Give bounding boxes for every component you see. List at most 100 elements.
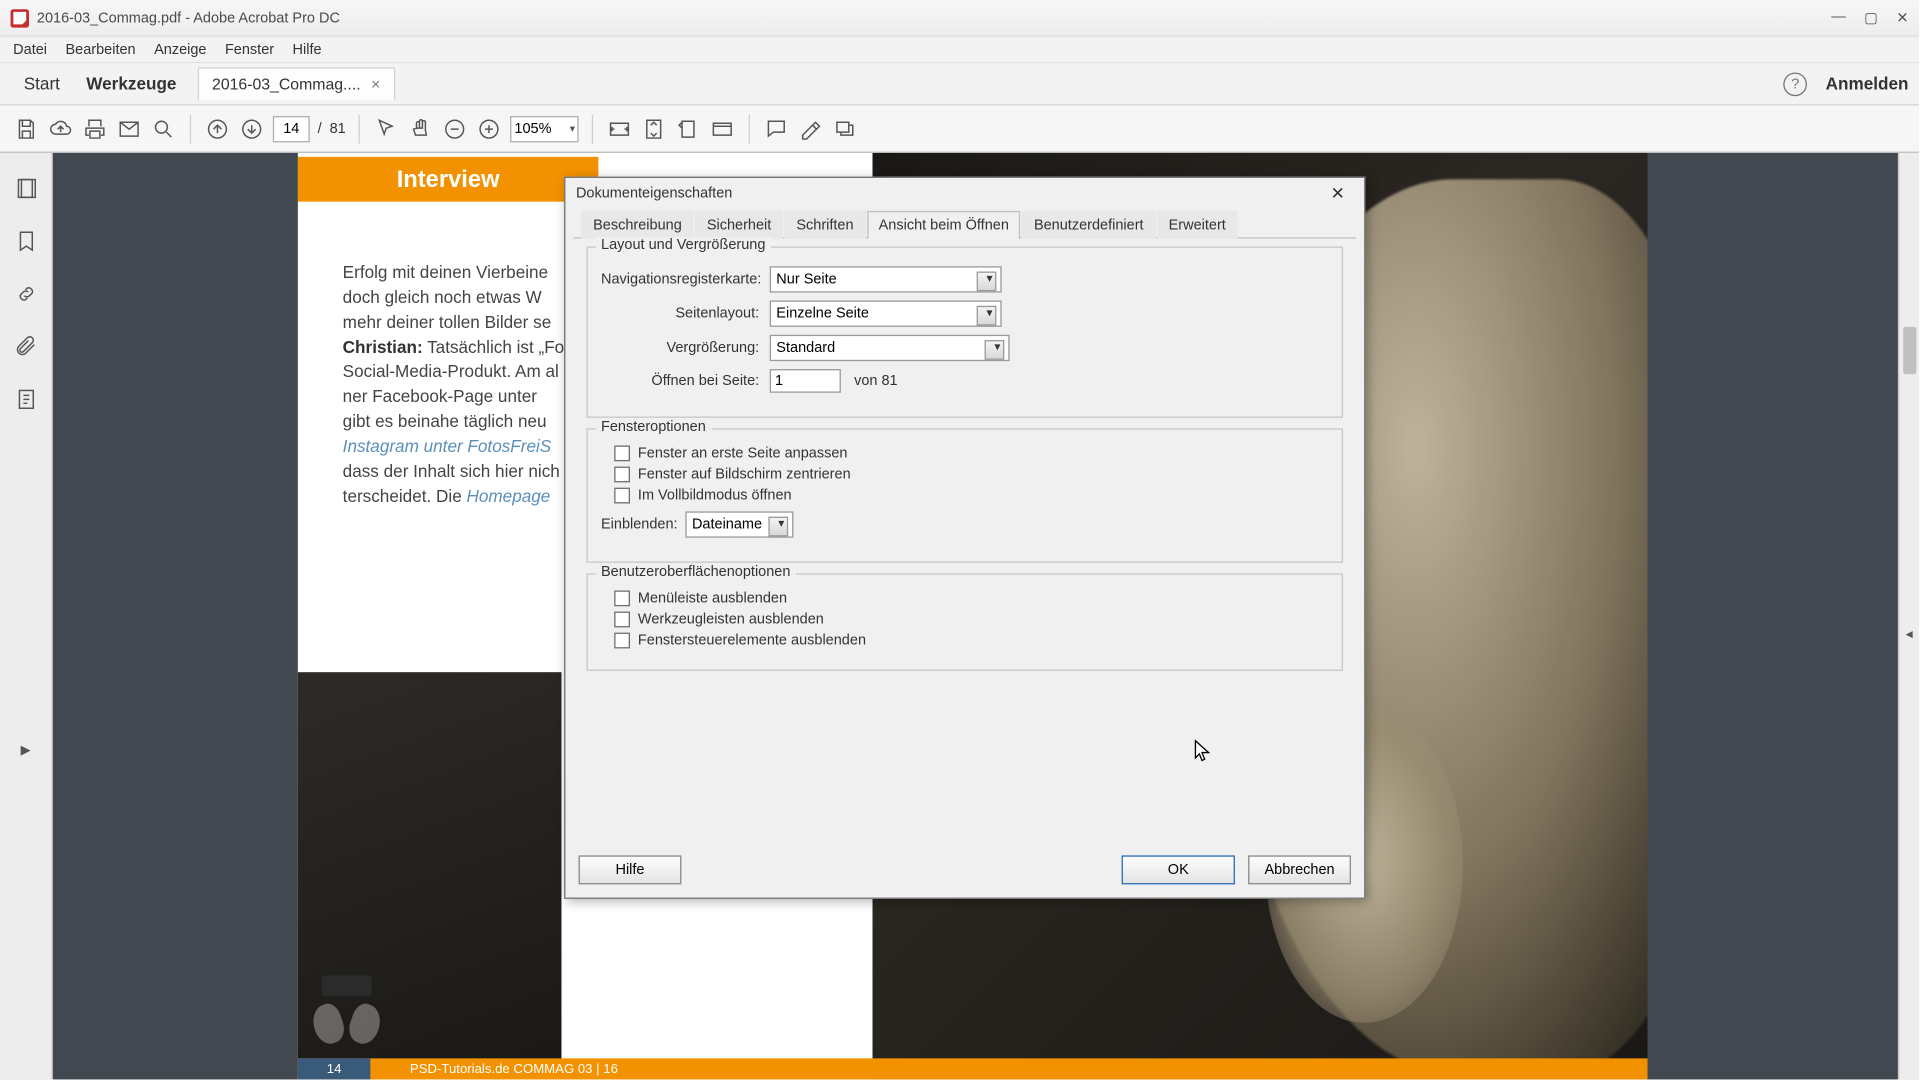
tab-fonts[interactable]: Schriften — [784, 211, 865, 239]
dialog-buttons: Hilfe OK Abbrechen — [579, 855, 1351, 884]
hide-menubar-checkbox[interactable]: Menüleiste ausblenden — [614, 590, 1328, 606]
tabbar: Start Werkzeuge 2016-03_Commag.... × ? A… — [0, 63, 1919, 105]
layout-magnification-group: Layout und Vergrößerung Navigationsregis… — [587, 246, 1344, 417]
stamp-icon[interactable] — [832, 115, 858, 141]
rotate-icon[interactable] — [675, 115, 701, 141]
select-tool-icon[interactable] — [373, 115, 399, 141]
window-options-group: Fensteroptionen Fenster an erste Seite a… — [587, 428, 1344, 562]
dialog-title: Dokumenteigenschaften — [576, 186, 732, 202]
open-to-page-label: Öffnen bei Seite: — [601, 373, 759, 389]
save-icon[interactable] — [13, 115, 39, 141]
attachments-icon[interactable] — [14, 335, 38, 359]
tab-custom[interactable]: Benutzerdefiniert — [1022, 211, 1155, 239]
tab-tools[interactable]: Werkzeuge — [73, 66, 190, 102]
zoom-out-icon[interactable] — [442, 115, 468, 141]
document-tab-label: 2016-03_Commag.... — [212, 75, 361, 93]
show-label: Einblenden: — [601, 517, 675, 533]
mouse-cursor — [1194, 739, 1211, 763]
dialog-titlebar: Dokumenteigenschaften ✕ — [565, 178, 1364, 210]
instagram-link[interactable]: Instagram unter FotosFreiS — [343, 436, 552, 456]
menu-window[interactable]: Fenster — [217, 39, 282, 60]
layout-legend: Layout und Vergrößerung — [596, 237, 771, 253]
menu-help[interactable]: Hilfe — [285, 39, 330, 60]
navigation-tab-label: Navigationsregisterkarte: — [601, 272, 759, 288]
interview-banner: Interview — [298, 157, 599, 202]
fit-page-icon[interactable] — [641, 115, 667, 141]
page-layout-label: Seitenlayout: — [601, 306, 759, 322]
open-to-page-input[interactable] — [770, 369, 841, 393]
butterfly-logo — [314, 1004, 380, 1057]
ok-button[interactable]: OK — [1122, 855, 1235, 884]
cloud-icon[interactable] — [47, 115, 73, 141]
dialog-close-button[interactable]: ✕ — [1322, 182, 1354, 206]
print-icon[interactable] — [82, 115, 108, 141]
window-controls: — ▢ ✕ — [1831, 9, 1908, 26]
minimize-button[interactable]: — — [1831, 9, 1845, 26]
navigation-pane: ▶ — [0, 153, 53, 1080]
photo-badge — [322, 975, 372, 996]
tab-start[interactable]: Start — [11, 66, 74, 102]
ui-options-legend: Benutzeroberflächenoptionen — [596, 564, 796, 580]
highlight-icon[interactable] — [798, 115, 824, 141]
tab-initial-view[interactable]: Ansicht beim Öffnen — [867, 211, 1021, 239]
page-footer: 14 PSD-Tutorials.de COMMAG 03 | 16 — [298, 1058, 1648, 1079]
help-button[interactable]: Hilfe — [579, 855, 682, 884]
resize-window-checkbox[interactable]: Fenster an erste Seite anpassen — [614, 445, 1328, 461]
document-properties-dialog: Dokumenteigenschaften ✕ Beschreibung Sic… — [564, 177, 1365, 899]
close-window-button[interactable]: ✕ — [1896, 9, 1908, 26]
comment-icon[interactable] — [764, 115, 790, 141]
dialog-tabs: Beschreibung Sicherheit Schriften Ansich… — [573, 210, 1356, 239]
dialog-body: Layout und Vergrößerung Navigationsregis… — [565, 239, 1364, 690]
link-icon[interactable] — [14, 282, 38, 306]
tab-description[interactable]: Beschreibung — [581, 211, 693, 239]
document-tab[interactable]: 2016-03_Commag.... × — [198, 67, 395, 100]
zoom-in-icon[interactable] — [476, 115, 502, 141]
titlebar: 2016-03_Commag.pdf - Adobe Acrobat Pro D… — [0, 0, 1919, 37]
magnification-select[interactable]: Standard — [770, 335, 1010, 361]
tools-pane-collapsed[interactable] — [1898, 153, 1919, 1080]
mail-icon[interactable] — [116, 115, 142, 141]
menu-view[interactable]: Anzeige — [146, 39, 214, 60]
search-icon[interactable] — [150, 115, 176, 141]
toolbar: / 81 105% — [0, 105, 1919, 152]
of-total-pages: von 81 — [854, 373, 898, 389]
expand-navpane-icon[interactable]: ▶ — [21, 743, 31, 757]
maximize-button[interactable]: ▢ — [1864, 9, 1878, 26]
signatures-icon[interactable] — [14, 387, 38, 411]
help-icon[interactable]: ? — [1783, 72, 1807, 96]
hide-window-controls-checkbox[interactable]: Fenstersteuerelemente ausblenden — [614, 633, 1328, 649]
menubar: Datei Bearbeiten Anzeige Fenster Hilfe — [0, 37, 1919, 63]
window-title: 2016-03_Commag.pdf - Adobe Acrobat Pro D… — [37, 10, 340, 26]
navigation-tab-select[interactable]: Nur Seite — [770, 266, 1002, 292]
page-layout-select[interactable]: Einzelne Seite — [770, 301, 1002, 327]
signin-link[interactable]: Anmelden — [1826, 74, 1909, 94]
menu-file[interactable]: Datei — [5, 39, 55, 60]
footer-page-number: 14 — [298, 1058, 370, 1079]
hand-tool-icon[interactable] — [408, 115, 434, 141]
page-down-icon[interactable] — [239, 115, 265, 141]
fit-width-icon[interactable] — [607, 115, 633, 141]
zoom-select[interactable]: 105% — [510, 115, 579, 141]
thumbnails-icon[interactable] — [14, 177, 38, 201]
footer-text: PSD-Tutorials.de COMMAG 03 | 16 — [410, 1062, 618, 1076]
bookmarks-icon[interactable] — [14, 229, 38, 253]
center-window-checkbox[interactable]: Fenster auf Bildschirm zentrieren — [614, 467, 1328, 483]
menu-edit[interactable]: Bearbeiten — [58, 39, 144, 60]
window-options-legend: Fensteroptionen — [596, 419, 711, 435]
read-mode-icon[interactable] — [709, 115, 735, 141]
tab-advanced[interactable]: Erweitert — [1157, 211, 1238, 239]
tab-security[interactable]: Sicherheit — [695, 211, 783, 239]
page-number-input[interactable] — [273, 115, 310, 141]
fullscreen-checkbox[interactable]: Im Vollbildmodus öffnen — [614, 488, 1328, 504]
ui-options-group: Benutzeroberflächenoptionen Menüleiste a… — [587, 573, 1344, 671]
magnification-label: Vergrößerung: — [601, 340, 759, 356]
scrollbar-thumb[interactable] — [1903, 327, 1916, 374]
app-icon — [11, 9, 29, 27]
show-select[interactable]: Dateiname — [685, 511, 793, 537]
cancel-button[interactable]: Abbrechen — [1248, 855, 1351, 884]
page-separator: / — [318, 121, 322, 137]
homepage-link[interactable]: Homepage — [466, 486, 550, 506]
close-tab-icon[interactable]: × — [371, 75, 380, 93]
page-up-icon[interactable] — [204, 115, 230, 141]
hide-toolbars-checkbox[interactable]: Werkzeugleisten ausblenden — [614, 612, 1328, 628]
